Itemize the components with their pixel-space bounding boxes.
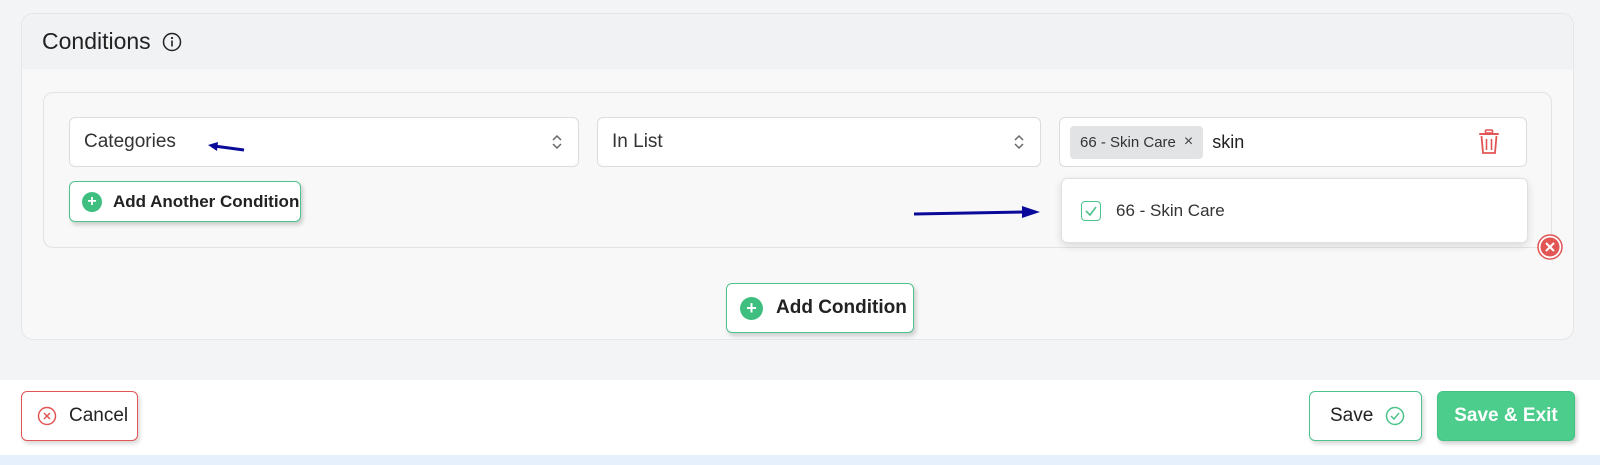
option-label: 66 - Skin Care bbox=[1116, 200, 1225, 220]
selected-chip: 66 - Skin Care × bbox=[1070, 125, 1204, 159]
remove-circle-icon[interactable] bbox=[1537, 234, 1563, 260]
dropdown-option[interactable]: 66 - Skin Care bbox=[1061, 178, 1528, 243]
save-exit-button[interactable]: Save & Exit bbox=[1437, 391, 1575, 441]
annotation-arrow-right-icon bbox=[914, 206, 1040, 218]
chevron-updown-icon bbox=[550, 131, 564, 153]
value-multiselect[interactable]: 66 - Skin Care × skin bbox=[1059, 117, 1527, 167]
operator-value: In List bbox=[612, 131, 663, 152]
close-icon[interactable]: × bbox=[1184, 133, 1193, 151]
panel-title: Conditions bbox=[42, 28, 151, 54]
multiselect-search-input[interactable]: skin bbox=[1212, 132, 1516, 153]
save-button[interactable]: Save bbox=[1309, 391, 1422, 441]
annotation-arrow-left-icon bbox=[208, 142, 245, 152]
add-another-condition-button[interactable]: + Add Another Condition bbox=[69, 181, 301, 222]
cancel-button[interactable]: Cancel bbox=[21, 391, 138, 441]
chip-label: 66 - Skin Care bbox=[1080, 133, 1176, 151]
trash-icon[interactable] bbox=[1478, 129, 1500, 155]
add-another-label: Add Another Condition bbox=[113, 191, 300, 211]
check-circle-icon bbox=[1385, 406, 1405, 426]
plus-circle-icon: + bbox=[82, 191, 102, 212]
operator-select[interactable]: In List bbox=[597, 117, 1041, 167]
save-exit-label: Save & Exit bbox=[1454, 405, 1558, 426]
attribute-value: Categories bbox=[84, 131, 176, 152]
cancel-circle-icon bbox=[37, 406, 57, 426]
footer-bar: Cancel Save Save & Exit bbox=[0, 380, 1600, 455]
conditions-panel: Conditions Categories In List 66 - Skin … bbox=[21, 13, 1574, 340]
plus-circle-icon: + bbox=[740, 296, 763, 320]
add-condition-button[interactable]: + Add Condition bbox=[726, 283, 914, 333]
bottom-strip bbox=[0, 455, 1600, 465]
chevron-updown-icon bbox=[1012, 131, 1026, 153]
save-label: Save bbox=[1330, 405, 1374, 426]
cancel-label: Cancel bbox=[69, 405, 129, 426]
info-icon[interactable] bbox=[162, 32, 182, 52]
attribute-select[interactable]: Categories bbox=[69, 117, 579, 167]
conditions-header: Conditions bbox=[22, 14, 1573, 69]
add-condition-label: Add Condition bbox=[776, 297, 907, 318]
page: Conditions Categories In List 66 - Skin … bbox=[0, 0, 1600, 465]
checkbox-checked-icon[interactable] bbox=[1081, 200, 1101, 221]
